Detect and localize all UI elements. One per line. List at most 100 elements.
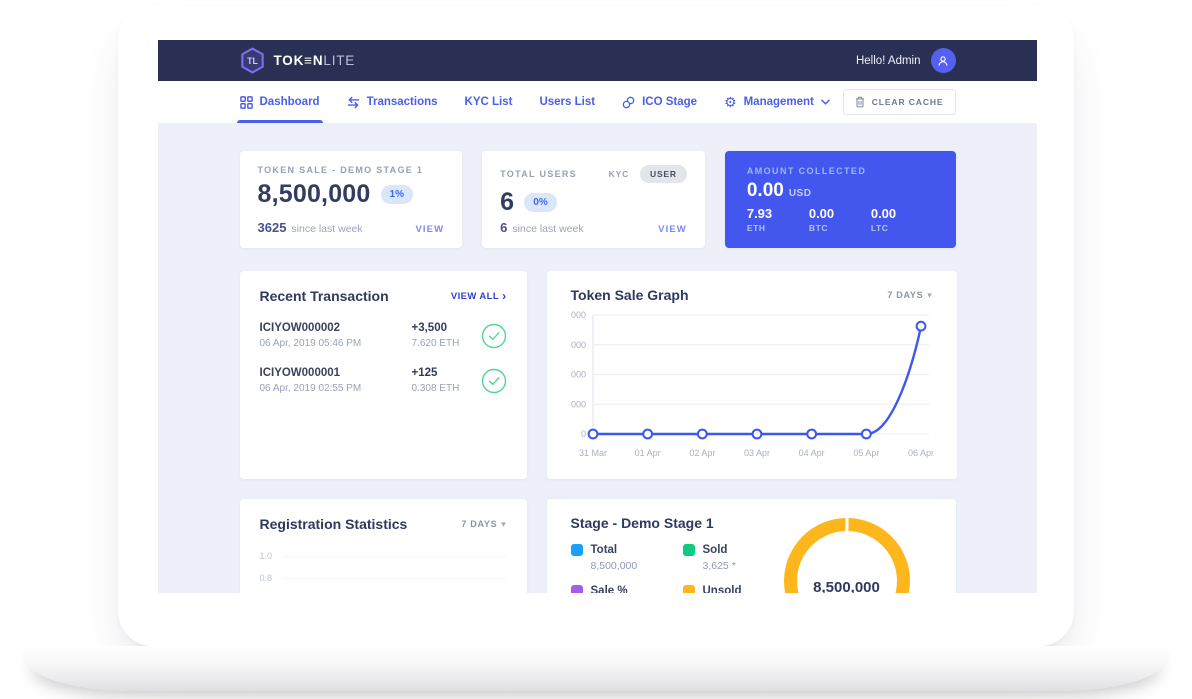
svg-text:TL: TL	[247, 56, 258, 66]
svg-text:06 Apr: 06 Apr	[907, 448, 932, 458]
main-nav: Dashboard Transactions KYC List	[158, 81, 1037, 123]
nav-label: Dashboard	[260, 96, 320, 108]
card-title: AMOUNT COLLECTED	[747, 166, 934, 176]
legend-item-unsold: Unsold	[683, 585, 795, 593]
chevron-right-icon	[502, 290, 506, 303]
breakdown-eth: 7.93 ETH	[747, 206, 809, 233]
exchange-icon	[347, 96, 360, 109]
laptop-screen: TL TOK≡NLITE Hello! Admin	[118, 6, 1074, 646]
legend-swatch	[571, 544, 583, 556]
card-title: Token Sale Graph	[571, 287, 689, 303]
svg-text:31 Mar: 31 Mar	[578, 448, 606, 458]
nav-item-kyc-list[interactable]: KYC List	[465, 81, 513, 123]
svg-text:01 Apr: 01 Apr	[634, 448, 660, 458]
registration-chart-axis: 1.0 0.8 0.6	[260, 545, 507, 593]
content-area: TOKEN SALE - DEMO STAGE 1 8,500,000 1% 3…	[158, 123, 1037, 593]
toggle-kyc[interactable]: KYC	[609, 169, 629, 179]
transaction-row: ICIYOW000002 06 Apr, 2019 05:46 PM +3,50…	[260, 322, 507, 349]
total-users-badge: 0%	[524, 193, 556, 212]
clear-cache-label: CLEAR CACHE	[872, 97, 944, 107]
donut-center-value: 8,500,000	[813, 579, 880, 593]
card-title: Recent Transaction	[260, 288, 389, 304]
tx-amount: +3,500	[412, 322, 481, 334]
person-icon	[937, 55, 949, 67]
user-avatar[interactable]	[931, 48, 956, 73]
amount-usd-currency: USD	[789, 188, 812, 199]
tx-crypto-amount: 0.308 ETH	[412, 383, 481, 394]
card-title: Registration Statistics	[260, 516, 408, 532]
greeting-text: Hello! Admin	[856, 55, 921, 67]
tx-crypto-amount: 7.620 ETH	[412, 338, 481, 349]
chevron-down-icon	[821, 99, 830, 105]
nav-item-dashboard[interactable]: Dashboard	[240, 81, 320, 123]
legend-swatch	[683, 585, 695, 593]
grid-icon	[240, 96, 253, 109]
token-sale-graph-svg: 0 1000 2000 3000 4000 31 Mar 01 Apr 02 Apr 03 Ap…	[571, 309, 933, 467]
svg-text:2000: 2000	[571, 370, 586, 380]
svg-text:04 Apr: 04 Apr	[798, 448, 824, 458]
legend-item-sold: Sold 3,625 *	[683, 544, 795, 572]
topbar: TL TOK≡NLITE Hello! Admin	[158, 40, 1037, 81]
legend-item-sale-pct: Sale %	[571, 585, 683, 593]
brand-logo[interactable]: TL TOK≡NLITE	[240, 47, 356, 74]
clear-cache-button[interactable]: CLEAR CACHE	[843, 89, 956, 115]
axis-tick: 1.0	[260, 551, 282, 561]
recent-transactions-card: Recent Transaction VIEW ALL ICIYOW000002…	[240, 271, 527, 479]
delta-value: 6	[500, 220, 507, 235]
nav-label: ICO Stage	[642, 96, 697, 108]
card-title: TOTAL USERS	[500, 169, 577, 179]
period-dropdown[interactable]: 7 DAYS	[461, 519, 506, 530]
gear-icon	[724, 95, 737, 110]
card-title: TOKEN SALE - DEMO STAGE 1	[258, 165, 445, 175]
tx-amount: +125	[412, 367, 481, 379]
legend-swatch	[571, 585, 583, 593]
caret-down-icon	[927, 290, 932, 301]
svg-text:4000: 4000	[571, 310, 586, 320]
tx-date: 06 Apr, 2019 02:55 PM	[260, 383, 412, 394]
nav-label: Transactions	[367, 96, 438, 108]
nav-item-transactions[interactable]: Transactions	[347, 81, 438, 123]
tx-date: 06 Apr, 2019 05:46 PM	[260, 338, 412, 349]
tx-id: ICIYOW000002	[260, 322, 412, 334]
nav-label: KYC List	[465, 96, 513, 108]
svg-text:02 Apr: 02 Apr	[689, 448, 715, 458]
toggle-user[interactable]: USER	[640, 165, 687, 183]
brand-name: TOK≡NLITE	[274, 53, 356, 68]
axis-tick: 0.8	[260, 573, 282, 583]
delta-value: 3625	[258, 220, 287, 235]
stage-donut-card: Stage - Demo Stage 1 Total 8,500,000 Sol…	[547, 499, 956, 593]
amount-breakdown: 7.93 ETH 0.00 BTC 0.00 LTC	[747, 206, 934, 233]
nav-label: Management	[744, 96, 814, 108]
view-link[interactable]: VIEW	[415, 224, 444, 235]
registration-statistics-card: Registration Statistics 7 DAYS 1.0 0.8 0…	[240, 499, 527, 593]
stage-donut-chart: 8,500,000 TLE	[784, 518, 910, 593]
tx-id: ICIYOW000001	[260, 367, 412, 379]
nav-item-users-list[interactable]: Users List	[539, 81, 595, 123]
view-link[interactable]: VIEW	[658, 224, 687, 235]
svg-text:03 Apr: 03 Apr	[743, 448, 769, 458]
delta-label: since last week	[512, 223, 583, 235]
amount-collected-card: AMOUNT COLLECTED 0.00 USD 7.93 ETH	[725, 151, 956, 248]
svg-text:3000: 3000	[571, 340, 586, 350]
svg-text:0: 0	[580, 429, 585, 439]
nav-item-management[interactable]: Management	[724, 81, 830, 123]
nav-item-ico-stage[interactable]: ICO Stage	[622, 81, 697, 123]
dashboard-app: TL TOK≡NLITE Hello! Admin	[158, 40, 1037, 593]
breakdown-ltc: 0.00 LTC	[871, 206, 933, 233]
delta-label: since last week	[291, 223, 362, 235]
period-dropdown[interactable]: 7 DAYS	[887, 290, 932, 301]
amount-usd-value: 0.00	[747, 180, 784, 202]
token-sale-card: TOKEN SALE - DEMO STAGE 1 8,500,000 1% 3…	[240, 151, 463, 248]
transaction-row: ICIYOW000001 06 Apr, 2019 02:55 PM +125 …	[260, 367, 507, 394]
token-sale-graph-card: Token Sale Graph 7 DAYS 0 1000 2000 3000 400…	[547, 271, 957, 479]
brand-hexagon-icon: TL	[240, 47, 265, 74]
check-circle-icon	[481, 323, 507, 349]
check-circle-icon	[481, 368, 507, 394]
total-users-card: TOTAL USERS KYC USER 6 0%	[482, 151, 705, 248]
kyc-user-toggle: KYC USER	[609, 165, 687, 183]
token-sale-badge: 1%	[381, 185, 413, 204]
total-users-value: 6	[500, 188, 514, 217]
view-all-link[interactable]: VIEW ALL	[451, 290, 507, 303]
svg-text:1000: 1000	[571, 399, 586, 409]
legend-item-total: Total 8,500,000	[571, 544, 683, 572]
